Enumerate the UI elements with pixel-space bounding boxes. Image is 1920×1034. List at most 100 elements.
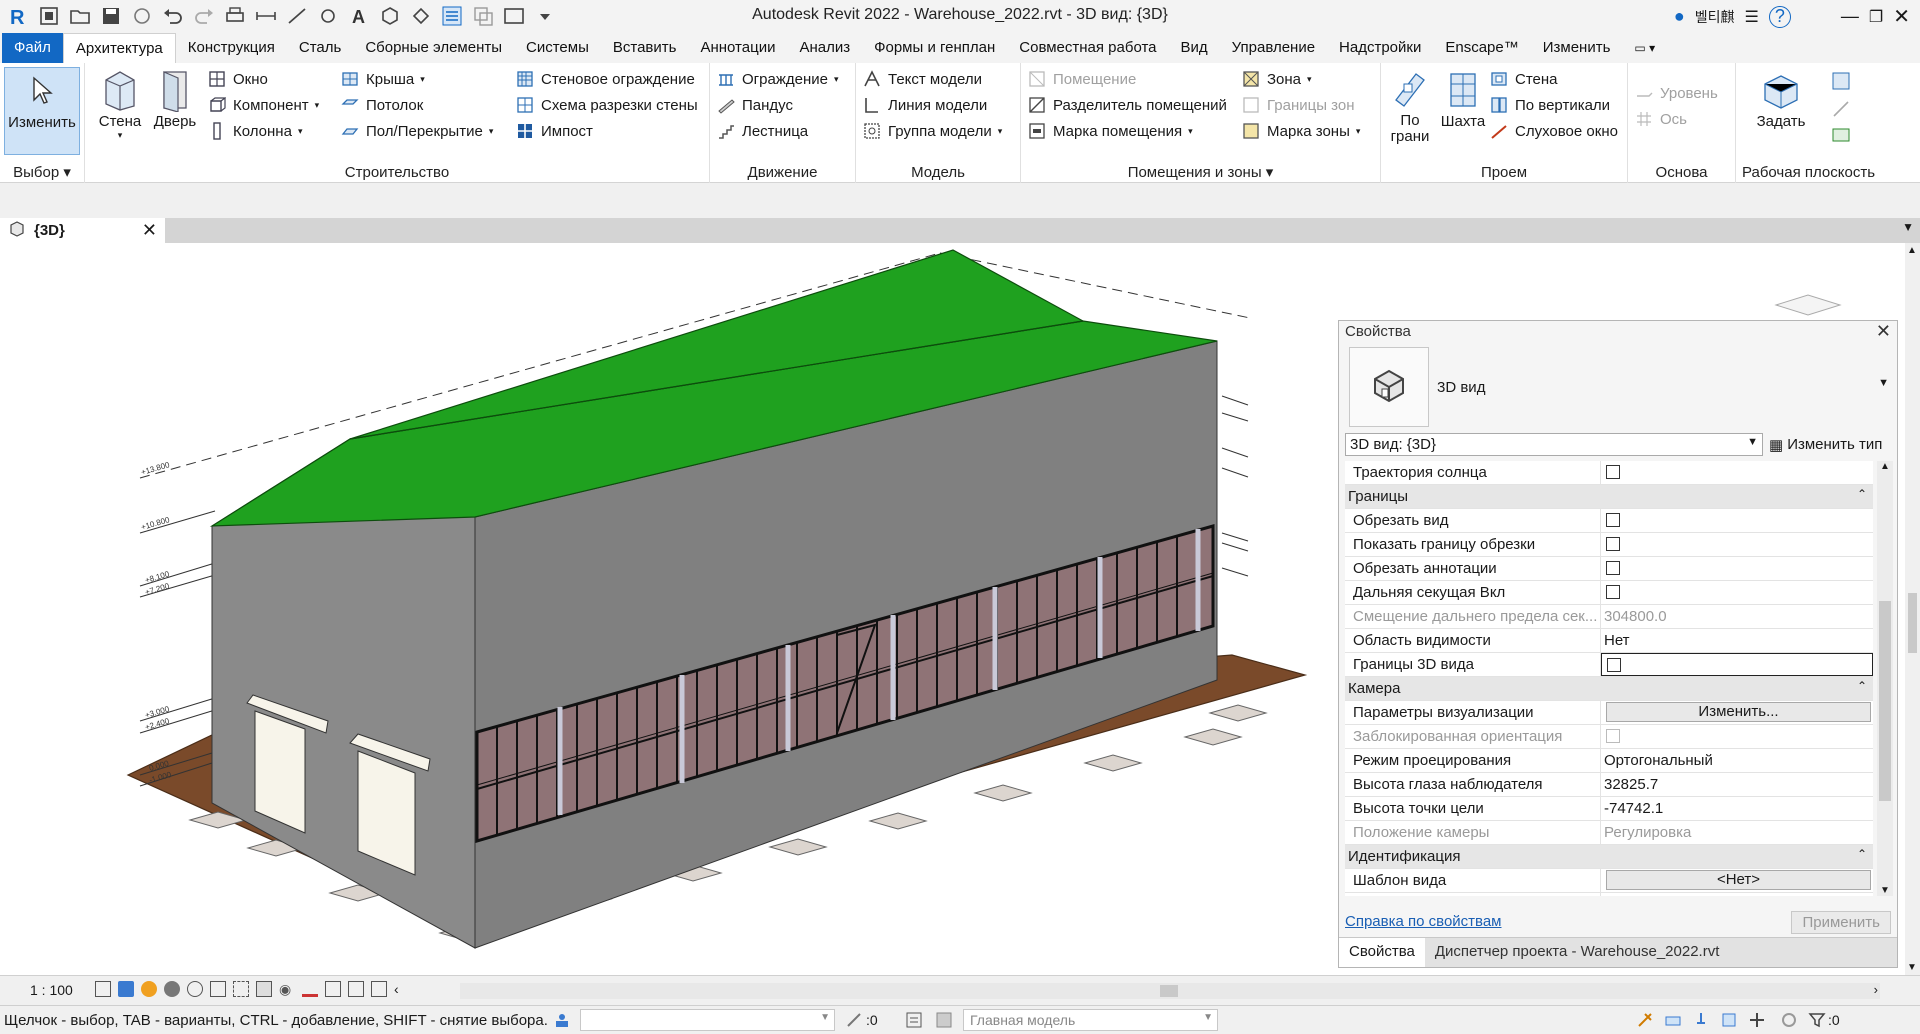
apply-button[interactable]: Применить: [1791, 911, 1891, 934]
horizontal-scrollbar[interactable]: ›: [460, 982, 1880, 999]
select-pinned-icon[interactable]: [1692, 1011, 1710, 1033]
worksharing-icon[interactable]: [325, 981, 341, 997]
by-face-button[interactable]: По грани: [1387, 67, 1433, 145]
tab-analyze[interactable]: Анализ: [787, 33, 862, 63]
design-options-icon[interactable]: [905, 1011, 923, 1033]
collapse-controls-icon[interactable]: ‹: [394, 981, 410, 997]
property-checkbox[interactable]: [1606, 585, 1620, 599]
tab-addins[interactable]: Надстройки: [1327, 33, 1433, 63]
view-tabs-menu-icon[interactable]: ▼: [1902, 220, 1914, 234]
collapse-icon[interactable]: ⌃: [1857, 487, 1867, 501]
properties-help-link[interactable]: Справка по свойствам: [1345, 913, 1502, 930]
close-icon[interactable]: ✕: [1893, 4, 1910, 29]
tab-insert[interactable]: Вставить: [601, 33, 689, 63]
wall-button[interactable]: Стена ▾: [95, 67, 145, 141]
area-tag-button[interactable]: Марка зоны ▾: [1241, 119, 1360, 143]
property-value[interactable]: {3D}: [1601, 893, 1873, 896]
ramp-button[interactable]: Пандус: [716, 93, 793, 117]
roof-button[interactable]: Крыша ▾: [340, 67, 425, 91]
room-separator-button[interactable]: Разделитель помещений: [1027, 93, 1227, 117]
property-value[interactable]: -74742.1: [1601, 797, 1873, 820]
property-group-header[interactable]: Идентификация ⌃: [1345, 845, 1873, 869]
property-value[interactable]: Ортогональный: [1601, 749, 1873, 772]
model-line-button[interactable]: Линия модели: [862, 93, 987, 117]
show-crop-icon[interactable]: [233, 981, 249, 997]
property-edit-button[interactable]: Изменить...: [1606, 702, 1871, 722]
properties-close-icon[interactable]: ✕: [1876, 321, 1891, 342]
tab-collaborate[interactable]: Совместная работа: [1007, 33, 1168, 63]
select-links-icon[interactable]: [1636, 1011, 1654, 1033]
type-dropdown-icon[interactable]: ▼: [1878, 377, 1889, 389]
property-group-header[interactable]: Границы ⌃: [1345, 485, 1873, 509]
ceiling-button[interactable]: Потолок: [340, 93, 423, 117]
door-button[interactable]: Дверь: [153, 67, 197, 130]
property-checkbox[interactable]: [1606, 537, 1620, 551]
tab-structure[interactable]: Конструкция: [176, 33, 287, 63]
railing-button[interactable]: Ограждение ▾: [716, 67, 839, 91]
view-scale[interactable]: 1 : 100: [30, 982, 73, 998]
editing-requests-icon[interactable]: [845, 1011, 863, 1033]
property-edit-button[interactable]: <Нет>: [1606, 870, 1871, 890]
user-name[interactable]: 벨티麒: [1695, 7, 1735, 27]
vertical-scrollbar[interactable]: ▲ ▼: [1905, 243, 1920, 975]
select-by-face-icon[interactable]: [1720, 1011, 1738, 1033]
model-text-button[interactable]: Текст модели: [862, 67, 982, 91]
tab-manage[interactable]: Управление: [1220, 33, 1327, 63]
detail-level-icon[interactable]: [95, 981, 111, 997]
level-button[interactable]: Уровень: [1634, 81, 1718, 105]
tab-project-browser[interactable]: Диспетчер проекта - Warehouse_2022.rvt: [1424, 938, 1897, 967]
user-icon[interactable]: ●: [1674, 6, 1685, 27]
view-cube-icon[interactable]: [1774, 294, 1842, 316]
instance-selector[interactable]: 3D вид: {3D} ▼: [1345, 433, 1763, 456]
stair-button[interactable]: Лестница: [716, 119, 808, 143]
view-tab-3d[interactable]: {3D} ✕: [0, 218, 165, 243]
shadows-icon[interactable]: [164, 981, 180, 997]
tab-steel[interactable]: Сталь: [287, 33, 353, 63]
area-boundary-button[interactable]: Границы зон: [1241, 93, 1355, 117]
mullion-button[interactable]: Импост: [515, 119, 593, 143]
tab-massing-site[interactable]: Формы и генплан: [862, 33, 1007, 63]
property-checkbox[interactable]: [1606, 561, 1620, 575]
collapse-icon[interactable]: ⌃: [1857, 847, 1867, 861]
tab-architecture[interactable]: Архитектура: [62, 33, 176, 63]
tab-properties[interactable]: Свойства: [1339, 938, 1425, 967]
panel-rooms-label[interactable]: Помещения и зоны ▾: [1021, 163, 1380, 181]
workset-selector[interactable]: ▼: [580, 1009, 835, 1031]
properties-scrollbar[interactable]: ▲ ▼: [1877, 461, 1893, 896]
sun-path-icon[interactable]: [141, 981, 157, 997]
view-tab-close-icon[interactable]: ✕: [142, 220, 157, 241]
ref-plane-icon[interactable]: [1831, 99, 1851, 123]
tab-file[interactable]: Файл: [2, 33, 63, 63]
column-button[interactable]: Колонна ▾: [207, 119, 302, 143]
property-value[interactable]: Нет: [1601, 629, 1873, 652]
cart-icon[interactable]: ☰: [1745, 7, 1759, 27]
tab-precast[interactable]: Сборные элементы: [353, 33, 514, 63]
property-checkbox[interactable]: [1606, 465, 1620, 479]
modify-button[interactable]: Изменить: [4, 67, 80, 155]
background-processes-icon[interactable]: [1780, 1011, 1798, 1033]
rendering-icon[interactable]: [187, 981, 203, 997]
edit-type-button[interactable]: ▦ Изменить тип: [1769, 436, 1882, 454]
viewer-icon[interactable]: [1831, 125, 1851, 149]
visual-style-icon[interactable]: [118, 981, 134, 997]
drag-elements-icon[interactable]: [1748, 1011, 1766, 1033]
grid-button[interactable]: Ось: [1634, 107, 1687, 131]
tab-modify[interactable]: Изменить: [1531, 33, 1623, 63]
window-button[interactable]: Окно: [207, 67, 268, 91]
wall-opening-button[interactable]: Стена: [1489, 67, 1558, 91]
dormer-button[interactable]: Слуховое окно: [1489, 119, 1618, 143]
show-workplane-icon[interactable]: [1831, 71, 1851, 95]
curtain-grid-button[interactable]: Схема разрезки стены: [515, 93, 698, 117]
reveal-hidden-icon[interactable]: [302, 981, 318, 997]
property-checkbox[interactable]: [1607, 658, 1621, 672]
tab-annotate[interactable]: Аннотации: [688, 33, 787, 63]
property-value[interactable]: 32825.7: [1601, 773, 1873, 796]
property-checkbox[interactable]: [1606, 513, 1620, 527]
analytical-model-icon[interactable]: [348, 981, 364, 997]
area-button[interactable]: Зона ▾: [1241, 67, 1312, 91]
room-button[interactable]: Помещение: [1027, 67, 1136, 91]
curtain-system-button[interactable]: Стеновое ограждение: [515, 67, 695, 91]
ribbon-minimize-toggle[interactable]: ▭ ▾: [1622, 33, 1667, 63]
collapse-icon[interactable]: ⌃: [1857, 679, 1867, 693]
type-selector[interactable]: 3D вид ▼: [1339, 343, 1897, 431]
